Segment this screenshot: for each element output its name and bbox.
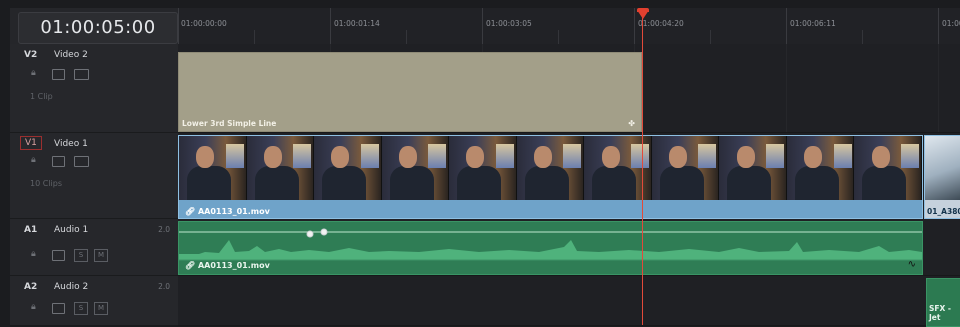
auto-track-icon[interactable] xyxy=(52,156,65,167)
ruler-tick xyxy=(634,8,635,44)
track-id[interactable]: V1 xyxy=(20,136,42,150)
grid-line xyxy=(938,44,939,132)
track-lane-v2[interactable]: Lower 3rd Simple Line ✤ xyxy=(178,44,960,133)
thumbnail xyxy=(516,136,585,200)
fade-handle-icon[interactable]: ∿ xyxy=(908,259,916,270)
playhead-marker[interactable] xyxy=(637,10,649,19)
grid-line xyxy=(786,44,787,132)
mute-button[interactable]: M xyxy=(94,249,108,262)
track-id: A1 xyxy=(24,225,38,235)
video-clip[interactable]: 🔗︎ AA0113_01.mov xyxy=(178,135,923,219)
auto-track-icon[interactable] xyxy=(52,69,65,80)
ruler-tick xyxy=(178,8,179,44)
track-header-v1[interactable]: V1 Video 1 🔒︎ 10 Clips xyxy=(10,133,178,219)
clip-label: Lower 3rd Simple Line xyxy=(182,119,277,128)
thumbnail xyxy=(449,136,517,200)
thumbnail xyxy=(381,136,450,200)
ruler-minor-tick xyxy=(406,30,407,44)
lock-icon[interactable]: 🔒︎ xyxy=(31,68,36,78)
track-header-a1[interactable]: A1 Audio 1 2.0 🔒︎ S M xyxy=(10,219,178,276)
clip-label: 01_A380 xyxy=(927,207,960,216)
lock-icon[interactable]: 🔒︎ xyxy=(31,302,36,312)
lock-icon[interactable]: 🔒︎ xyxy=(31,155,36,165)
thumbnail xyxy=(246,136,315,200)
track-header-a2[interactable]: A2 Audio 2 2.0 🔒︎ S M xyxy=(10,276,178,326)
auto-track-icon[interactable] xyxy=(52,250,65,261)
ruler-tick xyxy=(482,8,483,44)
track-lane-a2[interactable]: SFX - Jet xyxy=(178,276,960,327)
thumbnail xyxy=(786,136,855,200)
clip-label: 🔗︎ AA0113_01.mov xyxy=(185,207,270,216)
timeline-header: 01:00:05:00 01:00:00:00 01:00:01:14 01:0… xyxy=(10,8,960,44)
ruler-label: 01:00:00:00 xyxy=(181,19,227,28)
clip-label: SFX - Jet xyxy=(929,304,952,322)
track-id: V2 xyxy=(24,50,38,60)
ruler-minor-tick xyxy=(558,30,559,44)
ruler-minor-tick xyxy=(862,30,863,44)
clip-thumbnails xyxy=(179,136,922,200)
solo-button[interactable]: S xyxy=(74,249,88,262)
track-header-v2[interactable]: V2 Video 2 🔒︎ 1 Clip xyxy=(10,44,178,133)
clip-name: AA0113_01.mov xyxy=(197,207,270,216)
track-name[interactable]: Audio 1 xyxy=(54,225,88,235)
ruler-label: 01:00:06:11 xyxy=(790,19,836,28)
timecode-display[interactable]: 01:00:05:00 xyxy=(18,12,178,44)
clip-label: 🔗︎ AA0113_01.mov xyxy=(185,261,270,270)
fx-icon: ✤ xyxy=(628,119,635,128)
audio-clip[interactable]: 🔗︎ AA0113_01.mov ∿ xyxy=(178,221,923,275)
clip-count: 1 Clip xyxy=(30,92,53,101)
clip-name: AA0113_01.mov xyxy=(197,261,270,270)
ruler-tick xyxy=(786,8,787,44)
ruler-label: 01:00:0 xyxy=(942,19,960,28)
timeline-ruler[interactable]: 01:00:00:00 01:00:01:14 01:00:03:05 01:0… xyxy=(178,8,960,44)
track-lane-a1[interactable]: 🔗︎ AA0113_01.mov ∿ xyxy=(178,219,960,276)
track-lane-v1[interactable]: 🔗︎ AA0113_01.mov 01_A380 xyxy=(178,133,960,219)
track-name[interactable]: Video 1 xyxy=(54,139,88,149)
track-id: A2 xyxy=(24,282,38,292)
ruler-label: 01:00:03:05 xyxy=(486,19,532,28)
ruler-tick xyxy=(938,8,939,44)
monitor-icon[interactable] xyxy=(74,69,89,80)
ruler-label: 01:00:04:20 xyxy=(638,19,684,28)
ruler-label: 01:00:01:14 xyxy=(334,19,380,28)
solo-button[interactable]: S xyxy=(74,302,88,315)
channel-format: 2.0 xyxy=(158,282,170,291)
track-name[interactable]: Video 2 xyxy=(54,50,88,60)
playhead-line[interactable] xyxy=(642,8,643,325)
title-clip[interactable]: Lower 3rd Simple Line ✤ xyxy=(178,52,642,132)
thumbnail xyxy=(854,136,922,200)
clip-count: 10 Clips xyxy=(30,179,62,188)
thumbnail xyxy=(314,136,382,200)
track-name[interactable]: Audio 2 xyxy=(54,282,88,292)
audio-waveform xyxy=(179,228,922,261)
mute-button[interactable]: M xyxy=(94,302,108,315)
lock-icon[interactable]: 🔒︎ xyxy=(31,249,36,259)
monitor-icon[interactable] xyxy=(74,156,89,167)
ruler-minor-tick xyxy=(710,30,711,44)
ruler-minor-tick xyxy=(254,30,255,44)
thumbnail xyxy=(651,136,720,200)
audio-clip-sfx[interactable]: SFX - Jet xyxy=(926,278,960,327)
auto-track-icon[interactable] xyxy=(52,303,65,314)
video-clip-next[interactable]: 01_A380 xyxy=(924,135,960,219)
thumbnail xyxy=(925,136,960,200)
channel-format: 2.0 xyxy=(158,225,170,234)
timeline-panel: 01:00:05:00 01:00:00:00 01:00:01:14 01:0… xyxy=(10,8,960,327)
ruler-tick xyxy=(330,8,331,44)
thumbnail xyxy=(179,136,247,200)
thumbnail xyxy=(719,136,787,200)
